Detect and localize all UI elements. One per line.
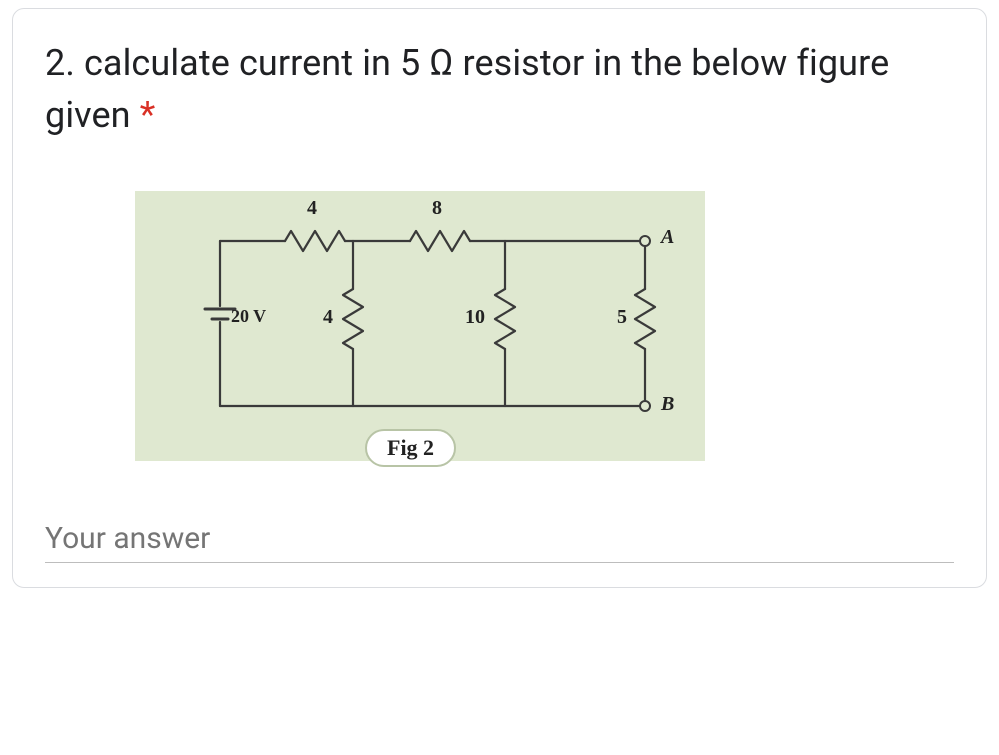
- question-body: 2. calculate current in 5 Ω resistor in …: [45, 42, 889, 136]
- answer-placeholder: Your answer: [45, 521, 210, 556]
- r-top-left-label: 4: [307, 197, 317, 220]
- node-a-label: A: [661, 226, 674, 249]
- required-asterisk: *: [140, 94, 156, 136]
- circuit-diagram: 4 8 20 V 4 10 5 A B Fig 2: [135, 191, 705, 461]
- r-mid1-label: 4: [323, 306, 333, 329]
- source-label: 20 V: [231, 306, 266, 327]
- figure-caption: Fig 2: [365, 429, 456, 467]
- r-mid3-label: 5: [617, 306, 627, 329]
- question-text: 2. calculate current in 5 Ω resistor in …: [45, 37, 954, 141]
- figure-container: 4 8 20 V 4 10 5 A B Fig 2: [45, 191, 954, 461]
- answer-input[interactable]: Your answer: [45, 521, 954, 563]
- question-card: 2. calculate current in 5 Ω resistor in …: [12, 8, 987, 588]
- r-top-right-label: 8: [432, 197, 442, 220]
- r-mid2-label: 10: [465, 306, 485, 329]
- node-b-label: B: [661, 393, 674, 416]
